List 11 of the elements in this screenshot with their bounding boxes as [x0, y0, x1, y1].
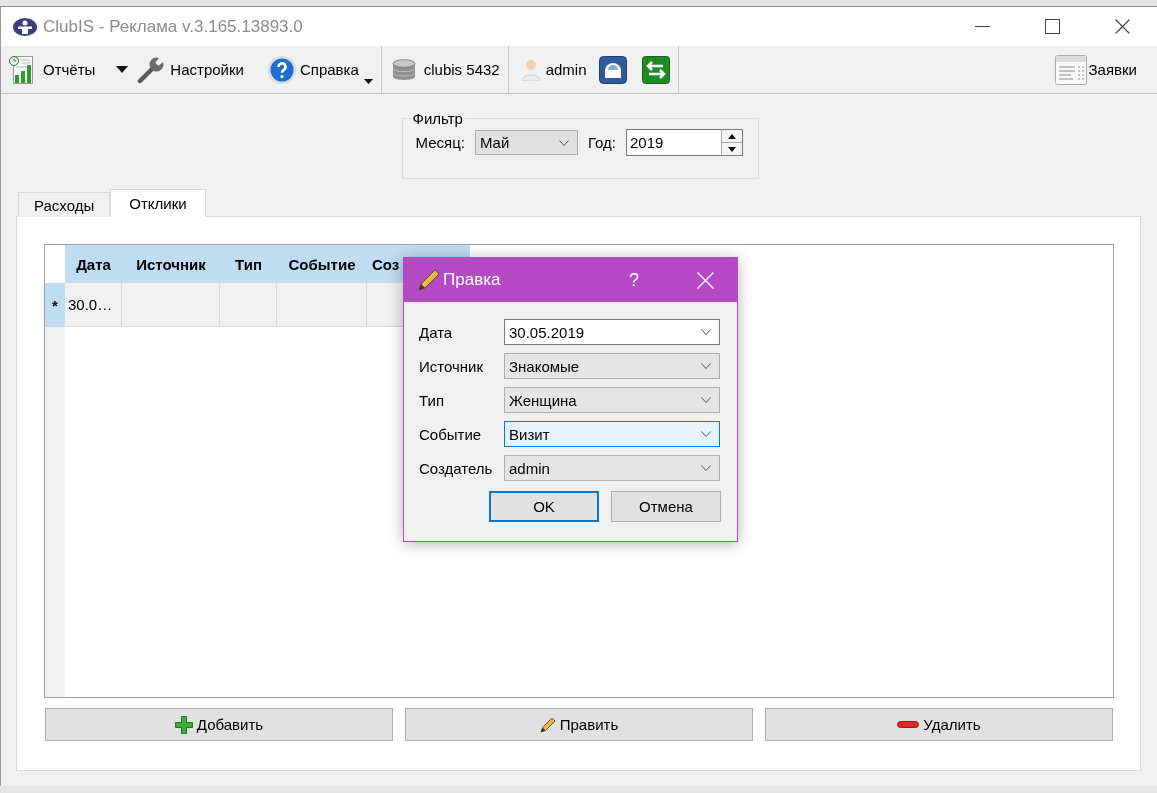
month-label: Месяц:: [415, 134, 465, 151]
field-label: Источник: [419, 357, 485, 375]
group-title: Фильтр: [411, 110, 464, 127]
field-label: Событие: [419, 425, 483, 443]
field-label: Тип: [419, 391, 445, 409]
window-title: ClubIS - Реклама v.3.165.13893.0: [43, 16, 303, 37]
table-cell: 30.0…: [65, 283, 122, 327]
field-label: Дата: [419, 323, 454, 341]
dialog-title: Правка: [443, 270, 501, 290]
field-label: Создатель: [419, 459, 494, 477]
year-label: Год:: [587, 134, 616, 151]
